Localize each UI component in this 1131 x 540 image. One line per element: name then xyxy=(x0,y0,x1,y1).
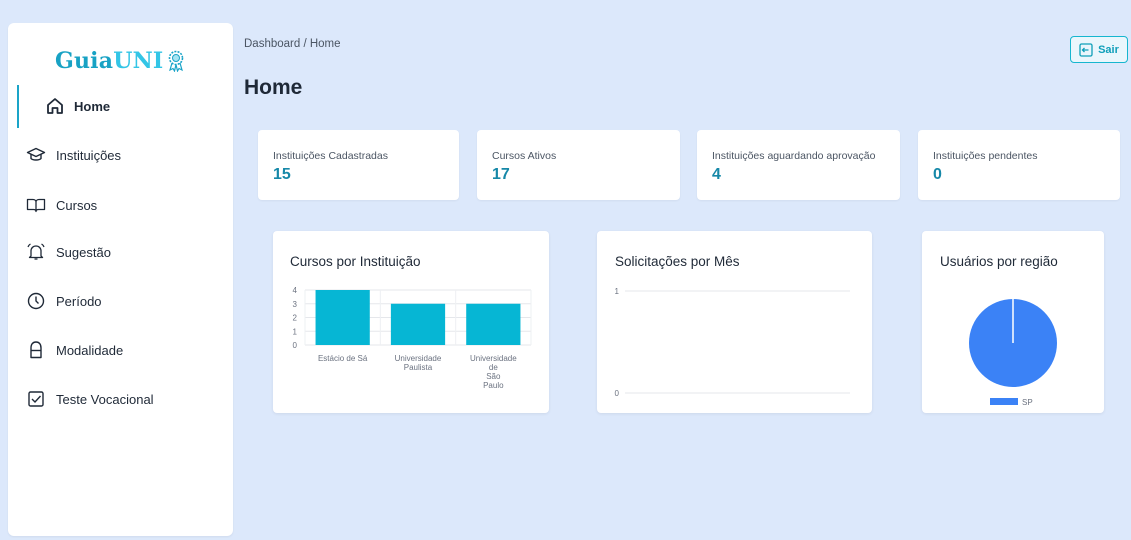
y-tick-label: 3 xyxy=(293,300,298,309)
y-tick-label: 1 xyxy=(615,287,620,296)
x-tick-label: Estácio de Sá xyxy=(318,354,368,363)
bag-icon xyxy=(30,341,42,359)
award-icon xyxy=(169,50,184,72)
sidebar-item-modalidade[interactable]: Modalidade xyxy=(26,337,123,363)
home-icon xyxy=(47,98,63,114)
legend-label: SP xyxy=(1022,398,1033,407)
stat-label: Cursos Ativos xyxy=(492,150,557,162)
logout-icon xyxy=(1079,42,1093,57)
graduation-cap-icon xyxy=(26,147,46,161)
sidebar-item-home[interactable]: Home xyxy=(45,93,110,119)
sidebar-item-cursos[interactable]: Cursos xyxy=(26,192,97,218)
y-tick-label: 0 xyxy=(293,341,298,350)
stat-card-aguardando-aprovacao: Instituições aguardando aprovação 4 xyxy=(697,130,900,200)
checkbox-icon xyxy=(28,391,44,407)
sidebar-item-instituicoes[interactable]: Instituições xyxy=(26,142,121,168)
y-tick-label: 2 xyxy=(293,314,298,323)
page-title: Home xyxy=(244,76,303,99)
sidebar-item-periodo[interactable]: Período xyxy=(26,288,102,314)
sidebar-item-label: Home xyxy=(74,98,111,114)
legend-swatch xyxy=(990,398,1018,405)
line-chart: 10 xyxy=(615,287,850,398)
sidebar-item-label: Modalidade xyxy=(56,342,124,358)
sidebar-item-label: Cursos xyxy=(56,197,98,213)
y-tick-label: 4 xyxy=(293,286,298,295)
bar xyxy=(315,290,370,345)
chart-card-cursos-por-instituicao: Cursos por Instituição 4 3 2 1 0 Estácio de S… xyxy=(273,231,549,413)
logo-text-bold: Guia xyxy=(55,48,114,74)
sidebar-item-label: Instituições xyxy=(56,147,122,163)
breadcrumb: Dashboard / Home xyxy=(244,38,341,50)
pie-chart: SP xyxy=(969,299,1057,407)
stat-card-instituicoes-pendentes: Instituições pendentes 0 xyxy=(918,130,1120,200)
stat-card-instituicoes-cadastradas: Instituições Cadastradas 15 xyxy=(258,130,459,200)
stat-label: Instituições pendentes xyxy=(933,150,1038,162)
logo-text-light: UNI xyxy=(113,48,164,74)
sidebar xyxy=(8,23,233,536)
stat-value: 0 xyxy=(933,166,942,183)
sidebar-item-label: Teste Vocacional xyxy=(56,391,154,407)
stat-value: 15 xyxy=(273,166,291,183)
nav-active-indicator xyxy=(17,85,19,128)
y-tick-label: 1 xyxy=(293,327,298,336)
bar xyxy=(466,303,521,345)
sidebar-item-teste-vocacional[interactable]: Teste Vocacional xyxy=(26,386,154,412)
y-tick-label: 0 xyxy=(615,389,620,398)
bar xyxy=(390,303,446,345)
chart-card-usuarios-por-regiao: Usuários por região SP xyxy=(922,231,1104,413)
sidebar-item-label: Sugestão xyxy=(56,244,111,260)
logout-button[interactable]: Sair xyxy=(1070,36,1128,63)
book-icon xyxy=(26,198,46,213)
sidebar-item-sugestao[interactable]: Sugestão xyxy=(26,239,111,265)
chart-card-solicitacoes-por-mes: Solicitações por Mês 10 xyxy=(597,231,872,413)
logo: Guia UNI xyxy=(55,48,186,74)
clock-icon xyxy=(27,292,45,310)
x-tick-label: Universidade de São Paulo xyxy=(470,354,517,390)
stat-label: Instituições aguardando aprovação xyxy=(712,150,876,162)
stat-card-cursos-ativos: Cursos Ativos 17 xyxy=(477,130,680,200)
stat-label: Instituições Cadastradas xyxy=(273,150,388,162)
bell-icon xyxy=(27,243,45,260)
stat-value: 17 xyxy=(492,166,510,183)
sidebar-item-label: Período xyxy=(56,293,102,309)
x-tick-label: Universidade Paulista xyxy=(395,354,442,372)
bar-chart: 4 3 2 1 0 Estácio de Sá Universidade Paulista Un… xyxy=(293,286,532,390)
logout-label: Sair xyxy=(1098,43,1119,56)
stat-value: 4 xyxy=(712,166,721,183)
